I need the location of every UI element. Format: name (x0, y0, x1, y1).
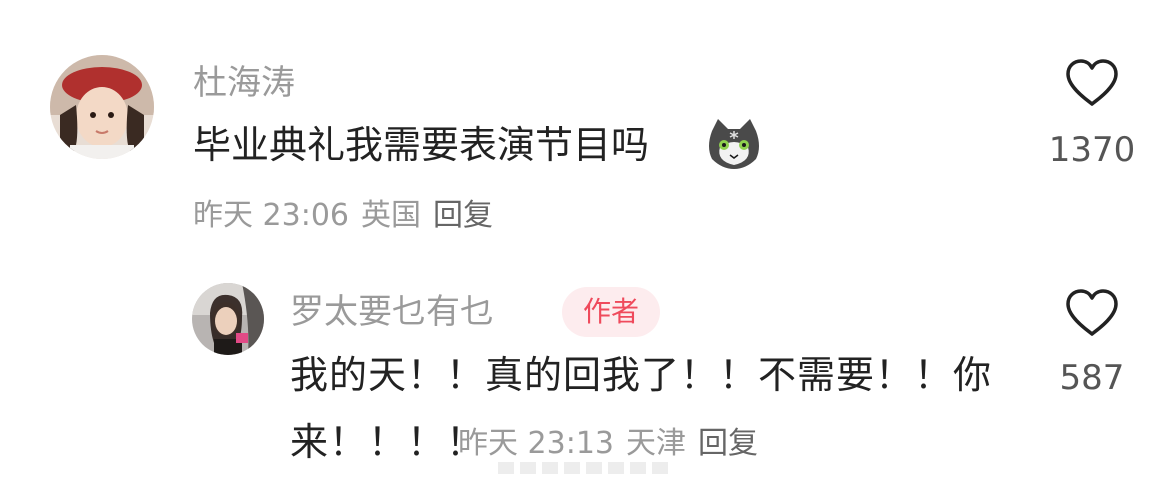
reply-text-line-1: 我的天！！真的回我了！！不需要！！你 (290, 353, 993, 397)
watermark (498, 458, 678, 476)
reply-meta: 昨天 23:13 天津 回复 (458, 426, 770, 462)
reply-time: 昨天 23:13 (458, 426, 614, 461)
reply-reply-button[interactable]: 回复 (698, 426, 758, 461)
reply-like-button[interactable]: 587 (1032, 288, 1152, 398)
reply-text-line-2: 来！！！！ (290, 420, 486, 464)
reply-avatar[interactable] (192, 283, 264, 355)
reply-location: 天津 (626, 426, 686, 461)
author-badge: 作者 (562, 287, 660, 337)
reply-username[interactable]: 罗太要乜有乜 (290, 292, 494, 332)
reply-item: 罗太要乜有乜 作者 我的天！！真的回我了！！不需要！！你 来！！！！ 昨天 23… (0, 0, 1170, 464)
reply-like-count: 587 (1059, 358, 1125, 398)
heart-icon[interactable] (1064, 288, 1120, 338)
